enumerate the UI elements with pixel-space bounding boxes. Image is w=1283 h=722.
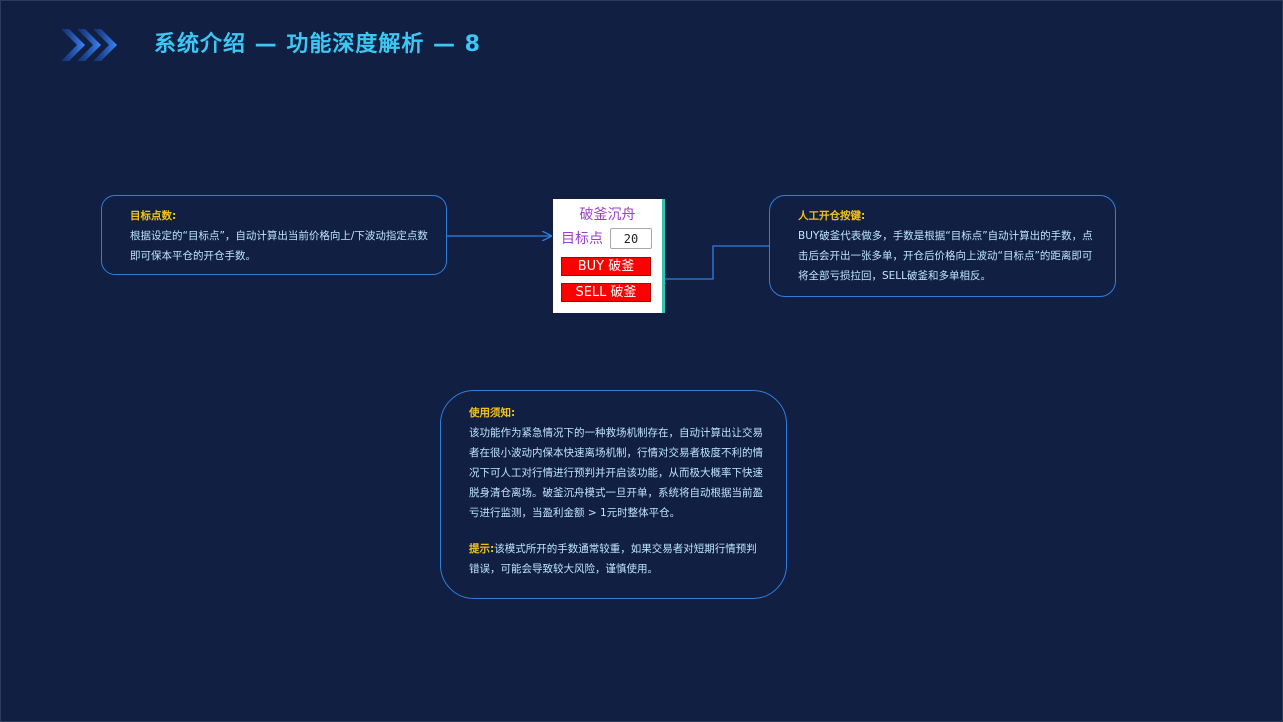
- manual-buttons-callout: 人工开仓按键: BUY破釜代表做多，手数是根据“目标点”自动计算出的手数，点击后…: [769, 195, 1116, 297]
- usage-notes-heading: 使用须知:: [469, 407, 516, 419]
- pofu-panel: 破釜沉舟 目标点 BUY 破釜 SELL 破釜: [553, 199, 665, 313]
- buy-pofu-button[interactable]: BUY 破釜: [561, 257, 651, 276]
- usage-notes-callout: 使用须知: 该功能作为紧急情况下的一种救场机制存在，自动计算出让交易者在很小波动…: [440, 390, 787, 599]
- manual-buttons-body: BUY破釜代表做多，手数是根据“目标点”自动计算出的手数，点击后会开出一张多单，…: [798, 230, 1093, 282]
- connector-arrows: [447, 1, 769, 721]
- usage-notes-body: 该功能作为紧急情况下的一种救场机制存在，自动计算出让交易者在很小波动内保本快速离…: [469, 427, 763, 519]
- usage-tip-body: 该模式所开的手数通常较重，如果交易者对短期行情预判错误，可能会导致较大风险，谨慎…: [469, 543, 757, 575]
- page-title: 系统介绍 — 功能深度解析 — 8: [154, 32, 481, 57]
- target-points-label: 目标点: [561, 231, 603, 247]
- target-points-body: 根据设定的“目标点”，自动计算出当前价格向上/下波动指定点数即可保本平仓的开仓手…: [130, 230, 428, 262]
- target-points-heading: 目标点数:: [130, 210, 177, 222]
- arrow-manual-to-panel: [657, 245, 769, 279]
- target-points-input[interactable]: [610, 228, 652, 249]
- usage-tip: 提示:该模式所开的手数通常较重，如果交易者对短期行情预判错误，可能会导致较大风险…: [469, 539, 764, 579]
- sell-pofu-button[interactable]: SELL 破釜: [561, 283, 651, 302]
- triple-chevron-right-icon: [61, 29, 117, 61]
- usage-tip-heading: 提示:: [469, 543, 495, 555]
- slide: 系统介绍 — 功能深度解析 — 8 目标点数: 根据设定的“目标点”，自动计算出…: [0, 0, 1283, 722]
- target-points-callout: 目标点数: 根据设定的“目标点”，自动计算出当前价格向上/下波动指定点数即可保本…: [101, 195, 447, 275]
- manual-buttons-heading: 人工开仓按键:: [798, 210, 866, 222]
- panel-title: 破釜沉舟: [579, 207, 636, 223]
